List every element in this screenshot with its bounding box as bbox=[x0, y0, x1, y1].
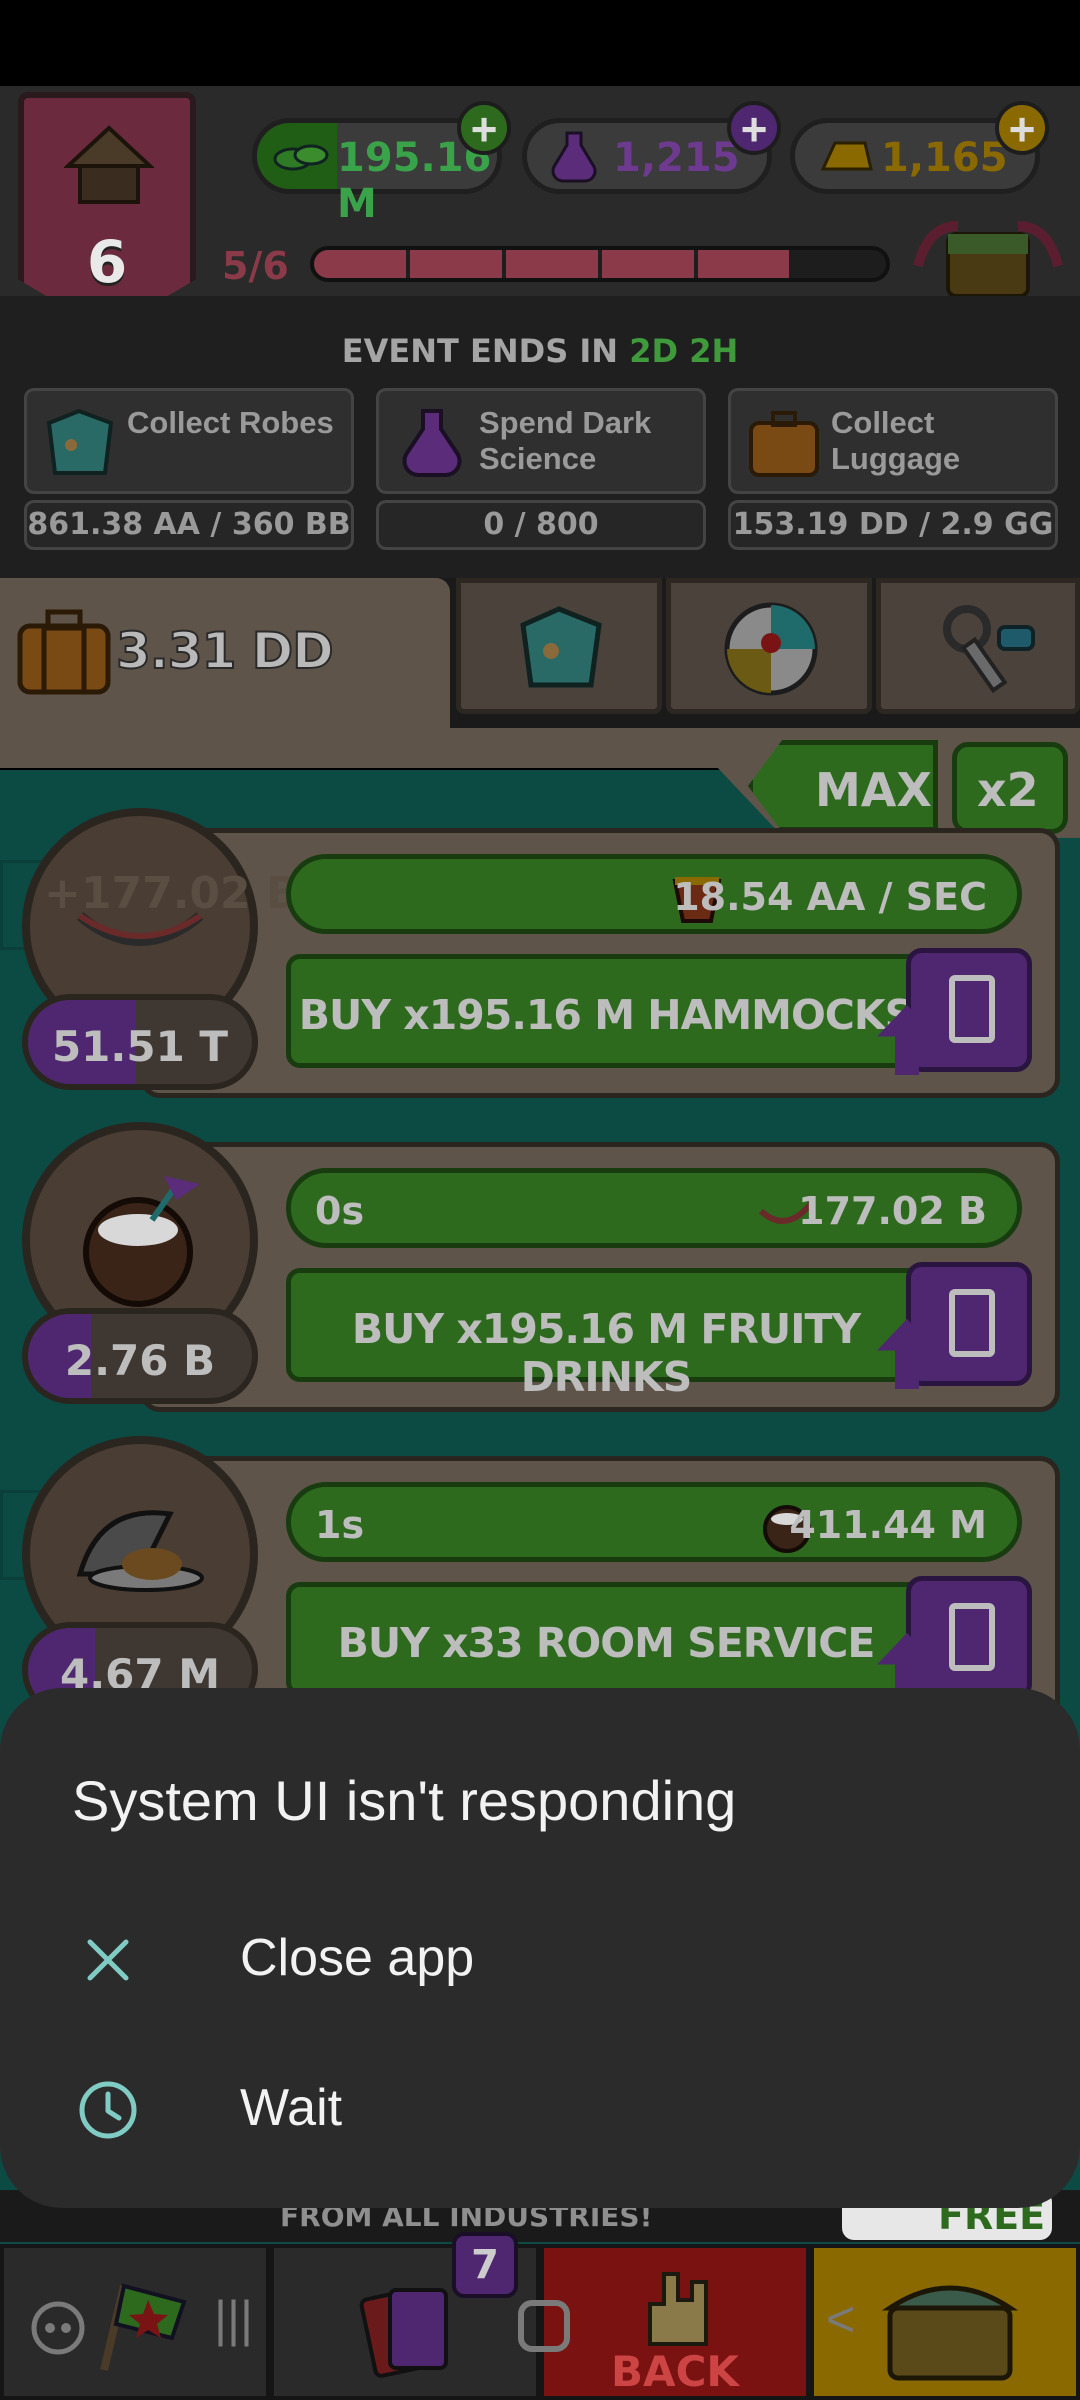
industry-progress-bar: 1s 411.44 M bbox=[286, 1482, 1022, 1562]
clock-icon bbox=[79, 2081, 137, 2139]
event-timer: EVENT ENDS IN 2D 2H bbox=[0, 332, 1080, 370]
add-cash-button[interactable]: + bbox=[457, 101, 511, 155]
industry-rate: 177.02 B bbox=[798, 1189, 987, 1233]
level-number: 6 bbox=[86, 228, 128, 296]
industry-timer: 1s bbox=[315, 1503, 365, 1547]
luggage-icon bbox=[749, 411, 819, 477]
earnings-popup: +177.02 B bbox=[44, 868, 300, 919]
cash-counter[interactable]: 195.16 M + bbox=[252, 101, 511, 227]
tab-luggage[interactable]: 3.31 DD bbox=[0, 578, 450, 728]
recent-apps-icon[interactable]: ||| bbox=[214, 2290, 253, 2348]
event-task-collect-robes[interactable]: Collect Robes 861.38 AA / 360 BB bbox=[24, 388, 354, 552]
industry-rate: 411.44 M bbox=[789, 1503, 987, 1547]
robe-icon bbox=[520, 606, 602, 688]
card-icon bbox=[949, 1289, 995, 1357]
robe-icon bbox=[46, 408, 114, 475]
buy-button-label: BUY x195.16 M FRUITY DRINKS bbox=[351, 1305, 861, 1401]
industry-owned-count: 51.51 T bbox=[22, 994, 258, 1090]
industry-progress-bar: 0s 177.02 B bbox=[286, 1168, 1022, 1248]
industry-owned-count: 2.76 B bbox=[22, 1308, 258, 1404]
wait-label: Wait bbox=[240, 2079, 343, 2137]
anr-dialog: System UI isn't responding Close app Wai… bbox=[0, 1688, 1080, 2208]
card-icon bbox=[949, 975, 995, 1043]
buy-industry-button[interactable]: BUY x195.16 M HAMMOCKS bbox=[286, 954, 926, 1068]
tab-keys[interactable] bbox=[876, 578, 1080, 714]
potion-icon bbox=[402, 409, 462, 477]
industry-timer: 0s bbox=[315, 1189, 365, 1233]
back-icon[interactable]: < bbox=[826, 2290, 855, 2348]
event-task-spend-dark-science[interactable]: Spend Dark Science 0 / 800 bbox=[376, 388, 706, 552]
task-label: Collect Robes bbox=[127, 405, 334, 440]
wait-option[interactable]: Wait bbox=[0, 2034, 1080, 2174]
close-app-option[interactable]: Close app bbox=[0, 1884, 1080, 2024]
tab-robes[interactable] bbox=[456, 578, 662, 714]
back-label: BACK bbox=[611, 2347, 739, 2396]
beach-ball-icon bbox=[724, 602, 818, 696]
game-controller-icon[interactable] bbox=[30, 2300, 86, 2356]
cards-icon bbox=[359, 2288, 448, 2378]
manager-card-button[interactable] bbox=[877, 1262, 1032, 1389]
gold-bar-icon bbox=[820, 141, 873, 171]
cards-badge: 7 bbox=[452, 2232, 518, 2298]
potion-icon bbox=[551, 131, 597, 183]
luggage-icon bbox=[17, 609, 111, 695]
close-app-label: Close app bbox=[240, 1929, 475, 1987]
event-days: 2D bbox=[629, 332, 679, 370]
luggage-amount: 3.31 DD bbox=[115, 621, 335, 681]
dark-science-counter[interactable]: 1,215 + bbox=[522, 101, 781, 194]
keys-icon bbox=[943, 605, 1035, 694]
level-progress: 5/6 bbox=[222, 240, 890, 288]
coconut-drink-icon bbox=[83, 1176, 200, 1307]
dialog-title: System UI isn't responding bbox=[72, 1769, 737, 1832]
industry-progress-bar: 18.54 AA / SEC bbox=[286, 854, 1022, 934]
industry-row-fruity-drinks: 2.76 B 0s 177.02 B BUY x195.16 M FRUITY … bbox=[0, 1122, 1080, 1422]
add-dark-science-button[interactable]: + bbox=[727, 101, 781, 155]
manager-card-button[interactable] bbox=[877, 948, 1032, 1075]
level-progress-label: 5/6 bbox=[222, 244, 289, 288]
buy-industry-button[interactable]: BUY x195.16 M FRUITY DRINKS bbox=[286, 1268, 926, 1401]
cloche-icon bbox=[76, 1510, 204, 1592]
flag-icon bbox=[100, 2283, 187, 2371]
nav-back-button[interactable]: BACK bbox=[540, 2244, 810, 2400]
buy-industry-button[interactable]: BUY x33 ROOM SERVICE bbox=[286, 1582, 926, 1696]
status-bar bbox=[0, 0, 1080, 86]
hut-icon bbox=[64, 125, 154, 204]
gold-value: 1,165 bbox=[881, 135, 1008, 181]
industry-row-hammocks: +177.02 B 51.51 T 18.54 AA / SEC BUY x19… bbox=[0, 808, 1080, 1108]
cash-icon bbox=[273, 144, 329, 171]
event-task-collect-luggage[interactable]: Collect Luggage 153.19 DD / 2.9 GG bbox=[728, 388, 1058, 552]
level-progress-track bbox=[310, 246, 890, 282]
event-hours: 2H bbox=[689, 332, 739, 370]
task-label: Collect Luggage bbox=[831, 405, 961, 476]
hand-icon bbox=[648, 2272, 708, 2346]
close-icon bbox=[87, 1939, 129, 1981]
dark-science-value: 1,215 bbox=[613, 135, 740, 181]
tab-beach-ball[interactable] bbox=[666, 578, 872, 714]
manager-card-button[interactable] bbox=[877, 1576, 1032, 1703]
task-progress: 861.38 AA / 360 BB bbox=[24, 500, 354, 550]
task-progress: 153.19 DD / 2.9 GG bbox=[728, 500, 1058, 550]
industry-rate: 18.54 AA / SEC bbox=[673, 875, 987, 919]
task-label: Spend Dark Science bbox=[479, 405, 652, 476]
add-gold-button[interactable]: + bbox=[995, 101, 1049, 155]
buy-button-label: BUY x195.16 M HAMMOCKS bbox=[298, 991, 914, 1039]
event-ends-label: EVENT ENDS IN bbox=[341, 332, 619, 370]
level-progress-fill bbox=[314, 250, 789, 278]
gold-counter[interactable]: 1,165 + bbox=[790, 101, 1049, 194]
home-icon[interactable] bbox=[518, 2300, 570, 2352]
buy-button-label: BUY x33 ROOM SERVICE bbox=[337, 1619, 876, 1667]
task-progress: 0 / 800 bbox=[376, 500, 706, 550]
card-icon bbox=[949, 1603, 995, 1671]
treasure-chest-icon bbox=[881, 2285, 1019, 2381]
